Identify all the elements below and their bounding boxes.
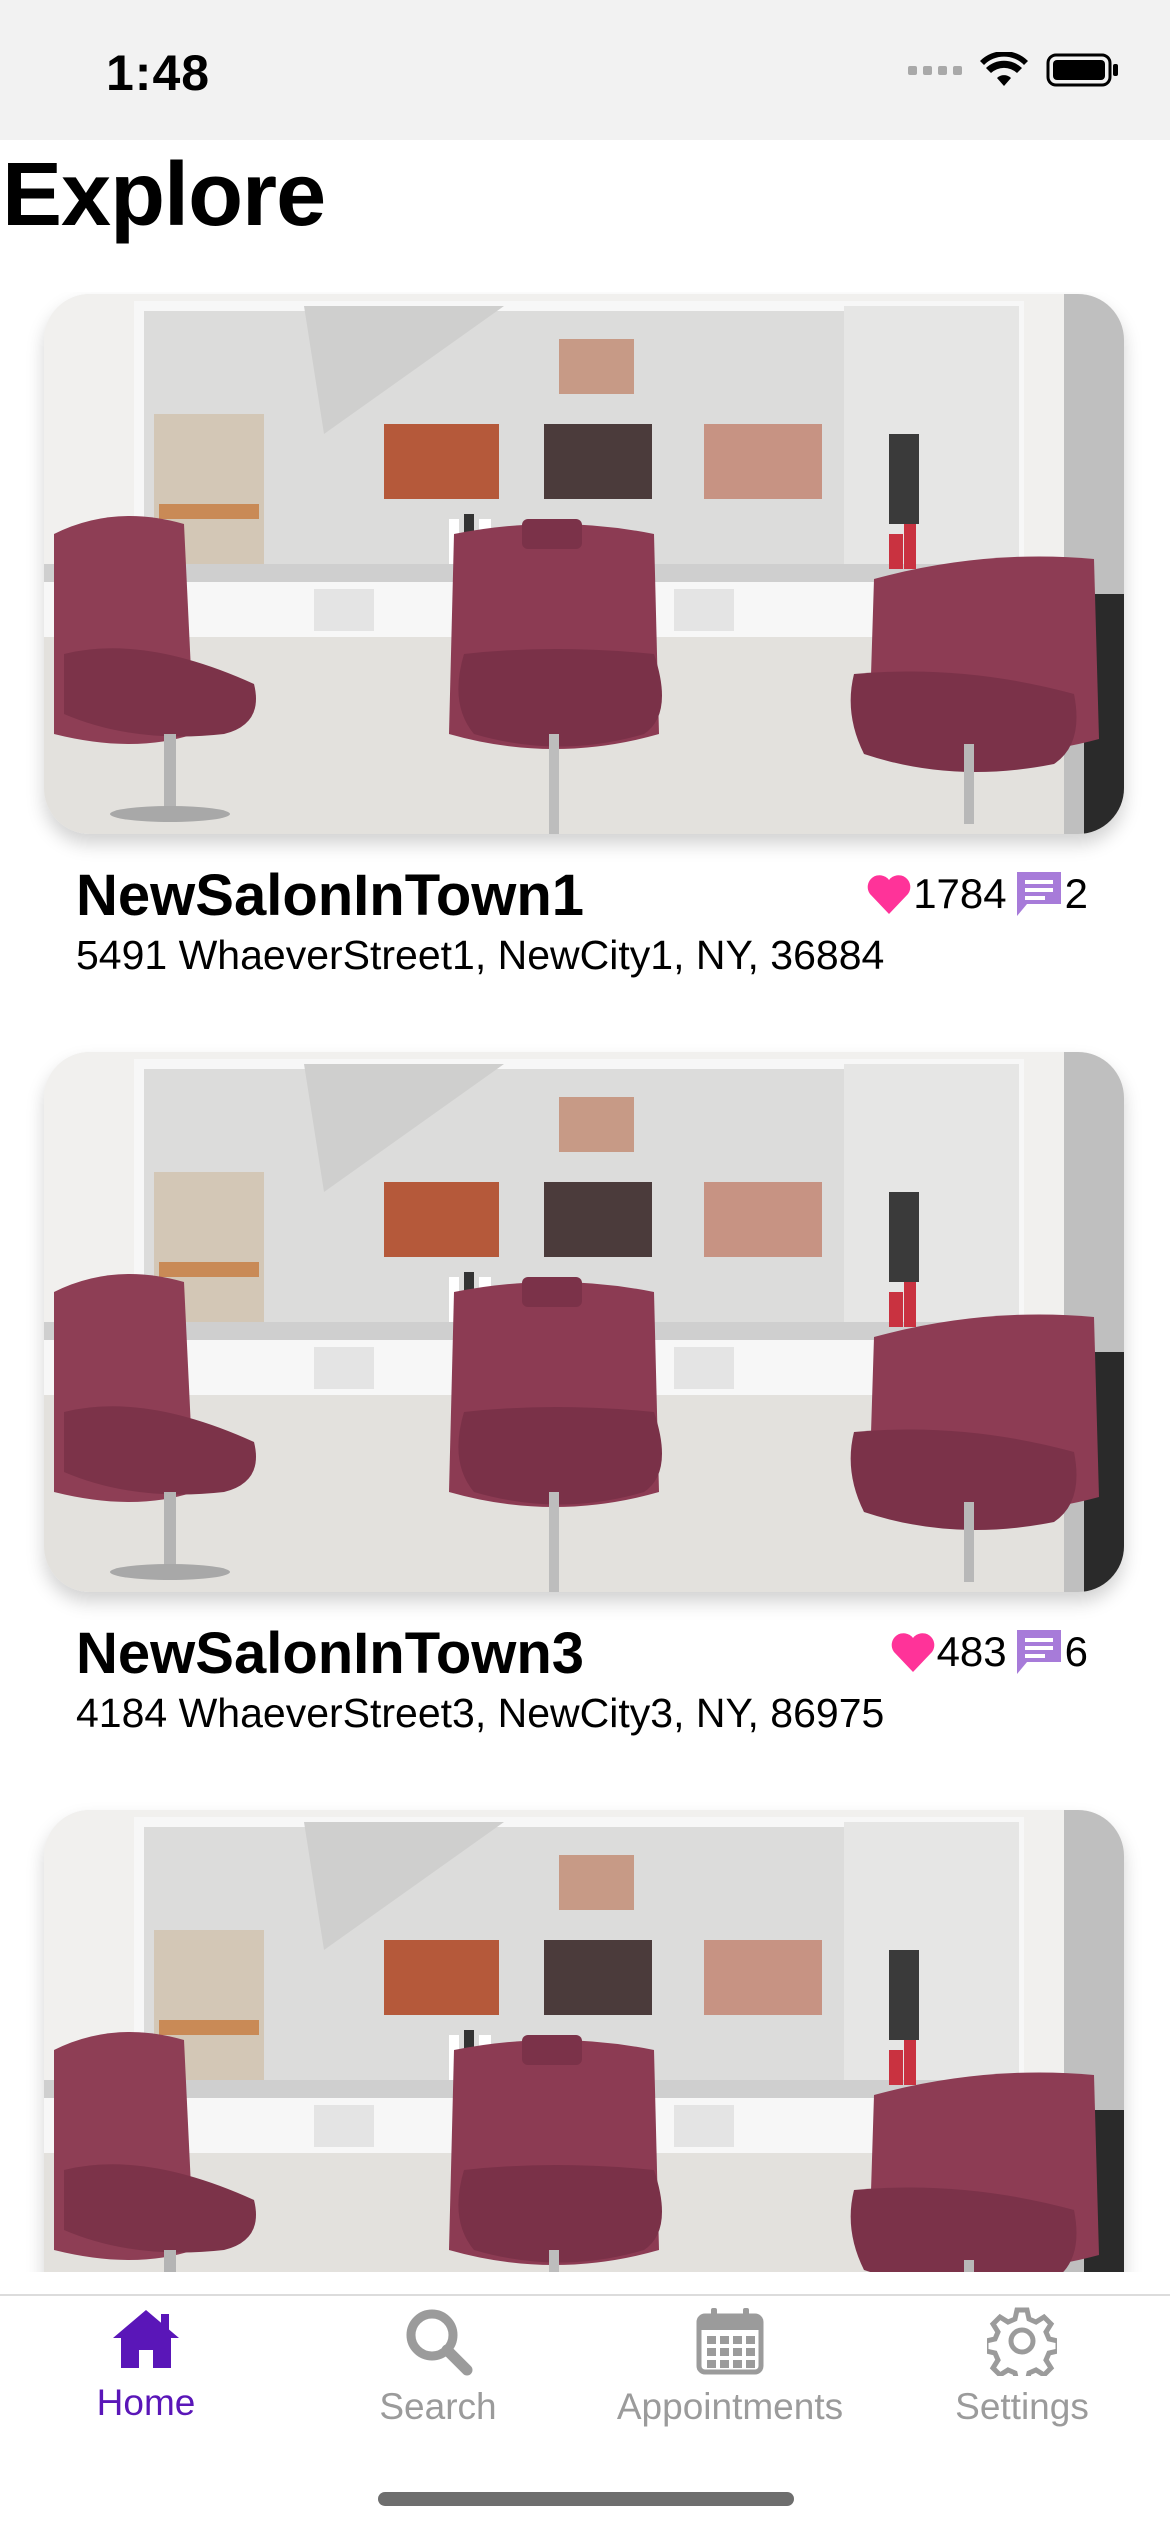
tab-settings-label: Settings: [955, 2386, 1089, 2427]
salon-photo[interactable]: [44, 1810, 1124, 2272]
status-bar: 1:48: [0, 0, 1170, 140]
page-title: Explore: [2, 145, 326, 245]
wifi-icon: [980, 52, 1028, 86]
battery-icon: [1046, 53, 1118, 87]
salon-stats: 1784 2: [865, 868, 1094, 920]
salon-feed[interactable]: NewSalonInTown1 1784 2 5491 WhaeverStree…: [0, 292, 1170, 2272]
salon-address: 5491 WhaeverStreet1, NewCity1, NY, 36884: [76, 932, 885, 978]
tab-home-label: Home: [96, 2382, 196, 2423]
likes-count: 483: [936, 1628, 1007, 1675]
heart-icon[interactable]: [865, 872, 913, 916]
search-icon: [406, 2309, 473, 2376]
calendar-icon: [696, 2308, 764, 2375]
status-icons: [908, 52, 1120, 88]
tab-home[interactable]: Home: [0, 2296, 292, 2466]
tab-appointments[interactable]: Appointments: [584, 2296, 876, 2466]
salon-card[interactable]: [44, 1810, 1124, 2272]
salon-photo[interactable]: [44, 294, 1124, 834]
home-indicator: [378, 2492, 794, 2506]
tab-search-label: Search: [379, 2386, 497, 2427]
comments-count: 6: [1064, 1628, 1088, 1675]
salon-stats: 483 6: [889, 1626, 1094, 1678]
tab-search[interactable]: Search: [292, 2296, 584, 2466]
status-time: 1:48: [106, 45, 211, 101]
comment-icon[interactable]: [1013, 868, 1065, 920]
comments-count: 2: [1064, 870, 1088, 917]
salon-card[interactable]: NewSalonInTown1 1784 2 5491 WhaeverStree…: [44, 294, 1124, 978]
comment-icon[interactable]: [1013, 1626, 1065, 1678]
salon-photo[interactable]: [44, 1052, 1124, 1592]
tab-appointments-label: Appointments: [616, 2386, 844, 2427]
salon-name[interactable]: NewSalonInTown1: [76, 862, 584, 929]
heart-icon[interactable]: [889, 1630, 937, 1674]
tab-settings[interactable]: Settings: [876, 2296, 1168, 2466]
gear-icon: [987, 2307, 1057, 2376]
likes-count: 1784: [913, 870, 1007, 917]
home-icon: [113, 2310, 179, 2368]
cellular-signal-icon: [908, 65, 962, 75]
salon-name[interactable]: NewSalonInTown3: [76, 1620, 584, 1687]
salon-address: 4184 WhaeverStreet3, NewCity3, NY, 86975: [76, 1690, 885, 1736]
salon-card[interactable]: NewSalonInTown3 483 6 4184 WhaeverStreet…: [44, 1052, 1124, 1736]
